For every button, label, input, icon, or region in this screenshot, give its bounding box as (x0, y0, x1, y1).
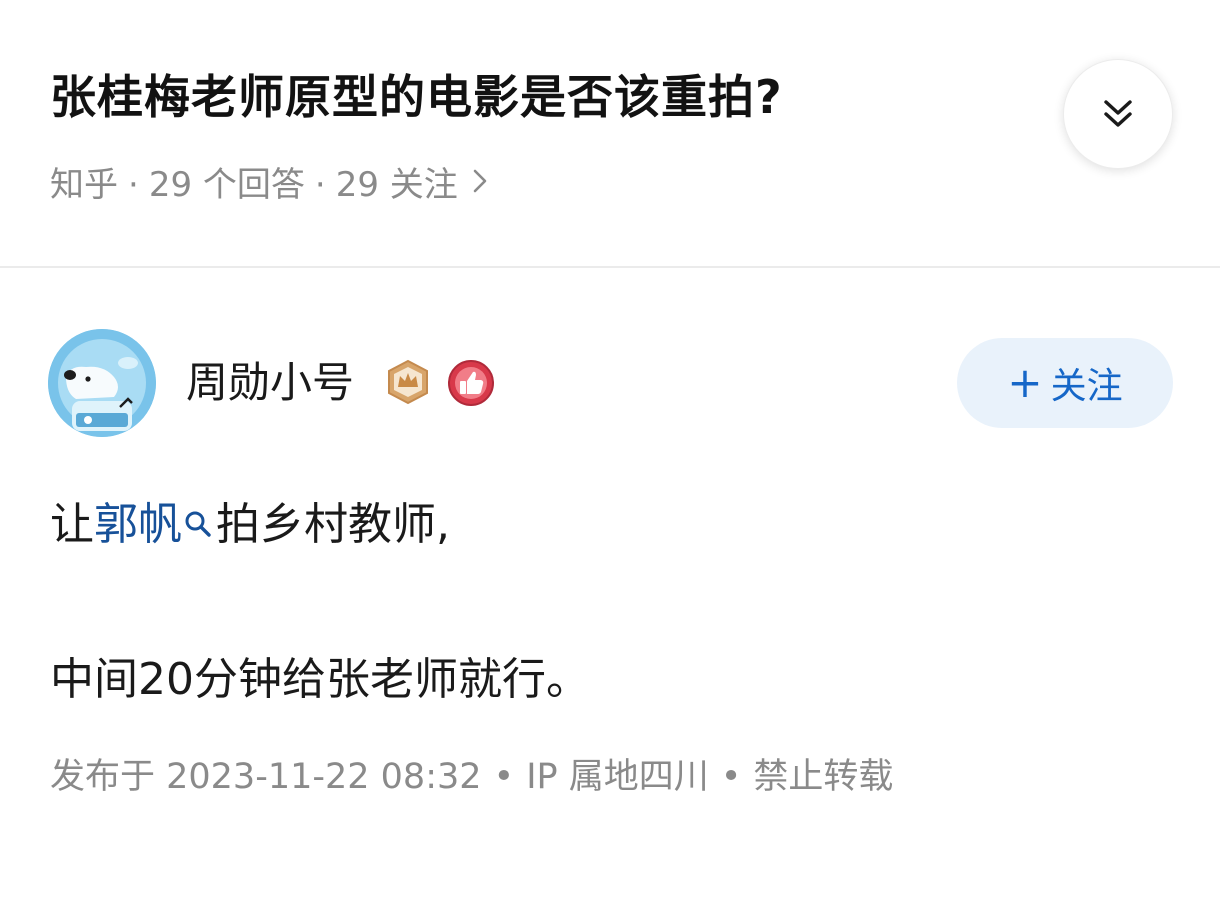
double-chevron-down-icon (1104, 100, 1132, 127)
author-name[interactable]: 周勋小号 (186, 355, 354, 411)
meta-dot: • (493, 757, 515, 797)
meta-dot: • (720, 757, 742, 797)
question-meta[interactable]: 知乎 · 29 个回答 · 29 关注 (50, 160, 488, 210)
follow-label: 关注 (1050, 366, 1123, 407)
source-label: 知乎 (50, 165, 118, 205)
avatar[interactable] (48, 329, 156, 437)
ip-location: IP 属地四川 (526, 757, 709, 797)
crown-badge-icon[interactable] (385, 359, 431, 405)
thumbs-up-badge-icon[interactable] (447, 359, 495, 407)
answer-text-prefix: 让 (50, 499, 94, 550)
collapse-button[interactable] (1063, 59, 1173, 169)
publish-time: 发布于 2023-11-22 08:32 (50, 757, 482, 797)
chevron-right-icon (472, 160, 488, 210)
meta-separator: · (128, 165, 139, 205)
post-meta: 发布于 2023-11-22 08:32 • IP 属地四川 • 禁止转载 (50, 752, 893, 802)
follow-button[interactable]: + 关注 (957, 338, 1173, 428)
answer-count: 29 个回答 (148, 165, 305, 205)
search-icon[interactable] (182, 497, 214, 537)
plus-icon: + (1007, 358, 1043, 407)
answer-text-suffix: 拍乡村教师, (216, 499, 450, 550)
polar-bear-avatar-icon (48, 329, 156, 437)
follower-count: 29 关注 (335, 165, 458, 205)
answer-paragraph: 中间20分钟给张老师就行。 (50, 654, 590, 705)
section-divider (0, 266, 1220, 268)
answer-page: 张桂梅老师原型的电影是否该重拍? 知乎 · 29 个回答 · 29 关注 周勋小… (0, 0, 1220, 897)
meta-separator: · (314, 165, 326, 205)
answer-paragraph: 让 郭帆 拍乡村教师, (50, 495, 450, 555)
question-title[interactable]: 张桂梅老师原型的电影是否该重拍? (50, 62, 783, 132)
copyright-notice: 禁止转载 (753, 757, 894, 797)
keyword-link[interactable]: 郭帆 (94, 495, 182, 555)
